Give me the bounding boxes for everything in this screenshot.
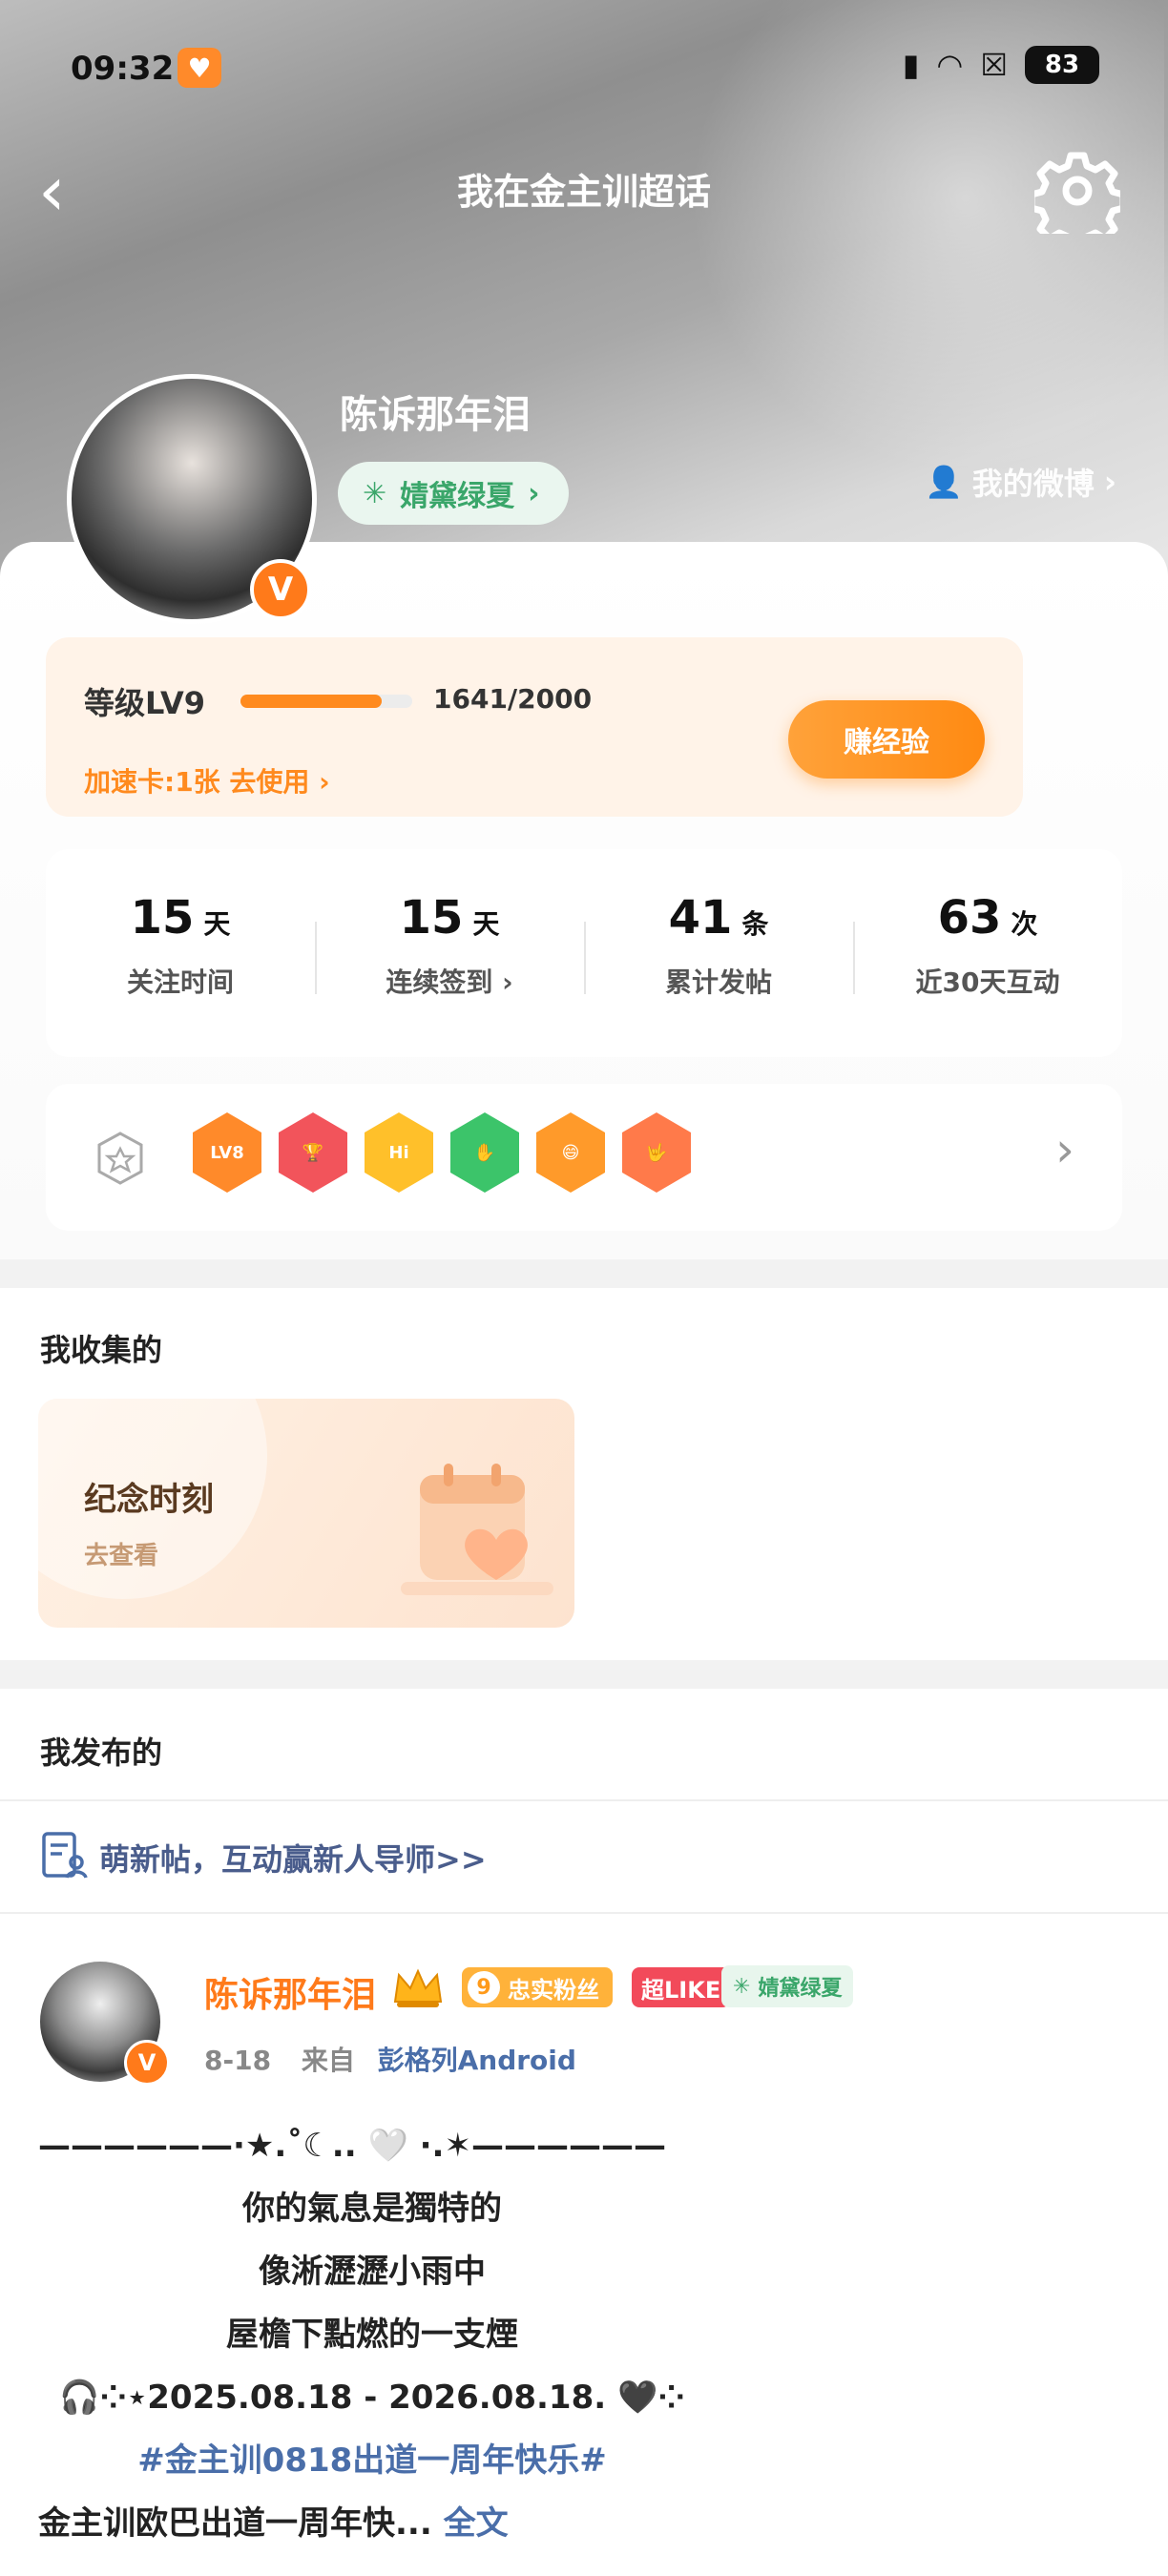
snowflake-icon: ✳ — [733, 1974, 751, 1999]
status-bar: 09:32 ♥ ▮ ◠ ☒ 83 — [0, 0, 1168, 134]
chevron-right-icon: › — [1103, 464, 1116, 500]
status-icons: ▮ ◠ ☒ 83 — [903, 46, 1099, 84]
chevron-right-icon: › — [1055, 1122, 1074, 1177]
chevron-right-icon: › — [502, 966, 513, 998]
settings-gear-icon[interactable] — [1034, 148, 1120, 234]
level-progress-bar — [240, 695, 412, 708]
post-line: 🎧⁘⋆2025.08.18 - 2026.08.18. 🖤⁘ — [59, 2379, 685, 2417]
posts-section-title: 我发布的 — [40, 1735, 163, 1771]
calendar-heart-icon — [401, 1464, 553, 1595]
user-icon: 👤 — [924, 464, 963, 500]
document-person-icon — [42, 1832, 88, 1879]
section-divider — [0, 1259, 1168, 1288]
stat-interactions: 63 次 近30天互动 — [853, 849, 1122, 1057]
stat-checkin[interactable]: 15 天 连续签到 › — [315, 849, 584, 1057]
newbie-tip-text: 萌新帖，互动赢新人导师>> — [99, 1841, 487, 1878]
my-weibo-link[interactable]: 👤 我的微博 › — [925, 460, 1116, 504]
loyal-fan-badge: 9 忠实粉丝 — [462, 1967, 613, 2007]
speed-card-link[interactable]: 加速卡:1张 去使用 › — [84, 761, 330, 800]
verified-v-icon: V — [124, 2040, 170, 2086]
memorial-moments-card[interactable]: 纪念时刻 去查看 — [38, 1399, 574, 1628]
verified-v-icon: V — [250, 559, 311, 620]
face-badge: 😄 — [536, 1112, 605, 1193]
collection-section-title: 我收集的 — [40, 1332, 163, 1368]
stats-panel: 15 天 关注时间 15 天 连续签到 › 41 条 累计发帖 63 次 近30天互动 — [46, 849, 1122, 1057]
post-line: ——————·★.˚☾.. 🤍 ·.✶—————— — [38, 2127, 666, 2165]
super-like-badge: 超LIKE — [632, 1967, 731, 2007]
post-hashtag[interactable]: #金主训0818出道一周年快乐# — [38, 2429, 706, 2492]
hi-badge: Hi — [365, 1112, 433, 1193]
stat-posts: 41 条 累计发帖 — [584, 849, 853, 1057]
rock-badge: 🤟 — [622, 1112, 691, 1193]
sim-off-icon: ☒ — [980, 47, 1008, 83]
post-body[interactable]: ——————·★.˚☾.. 🤍 ·.✶—————— 你的氣息是獨特的 像淅瀝瀝小… — [38, 2114, 1126, 2555]
profile-username: 陈诉那年泪 — [340, 393, 531, 437]
medal-outline-icon — [97, 1132, 143, 1185]
my-weibo-label: 我的微博 — [971, 466, 1095, 502]
hand-badge: ✋ — [450, 1112, 519, 1193]
wifi-icon: ◠ — [936, 47, 964, 83]
post-line: 像淅瀝瀝小雨中 — [259, 2253, 486, 2291]
collect-card-link: 去查看 — [84, 1542, 159, 1570]
level-progress-fill — [240, 695, 382, 708]
app-notification-icon: ♥ — [177, 48, 221, 88]
newbie-tip-banner[interactable]: 萌新帖，互动赢新人导师>> — [0, 1799, 1168, 1914]
lv8-badge: LV8 — [193, 1112, 261, 1193]
post-line: 屋檐下點燃的一支煙 — [226, 2316, 518, 2354]
level-label: 等级LV9 — [84, 685, 206, 721]
post-source[interactable]: 彭格列Android — [378, 2045, 576, 2076]
page-title: 我在金主训超话 — [456, 171, 711, 213]
post-meta: 8-18 来自 彭格列Android — [204, 2045, 576, 2076]
section-divider — [0, 1660, 1168, 1689]
post-date: 8-18 — [204, 2045, 272, 2076]
chevron-right-icon: › — [528, 476, 540, 510]
crown-icon — [393, 1968, 443, 2007]
badge-wall[interactable]: › LV8 🏆 Hi ✋ 😄 🤟 — [46, 1084, 1122, 1231]
status-time: 09:32 — [71, 50, 175, 88]
level-card: 等级LV9 1641/2000 加速卡:1张 去使用 › 赚经验 — [46, 637, 1023, 817]
stat-follow-time: 15 天 关注时间 — [126, 891, 234, 998]
snowflake-icon: ✳ — [363, 476, 387, 510]
team-chip[interactable]: ✳ 婧黛绿夏 › — [338, 462, 569, 525]
vibrate-icon: ▮ — [902, 47, 920, 83]
team-badge: ✳ 婧黛绿夏 — [721, 1965, 854, 2007]
battery-icon: 83 — [1025, 46, 1099, 84]
trophy-badge: 🏆 — [279, 1112, 347, 1193]
read-more-link[interactable]: 全文 — [444, 2504, 509, 2543]
post-author-name[interactable]: 陈诉那年泪 — [204, 1967, 376, 2017]
collect-card-title: 纪念时刻 — [84, 1481, 214, 1519]
level-progress-text: 1641/2000 — [433, 683, 593, 715]
earn-exp-button[interactable]: 赚经验 — [788, 700, 985, 779]
post-line-truncated: 金主训欧巴出道一周年快... 全文 — [38, 2504, 509, 2543]
post-line: 你的氣息是獨特的 — [242, 2190, 502, 2228]
team-chip-label: 婧黛绿夏 — [400, 480, 515, 513]
